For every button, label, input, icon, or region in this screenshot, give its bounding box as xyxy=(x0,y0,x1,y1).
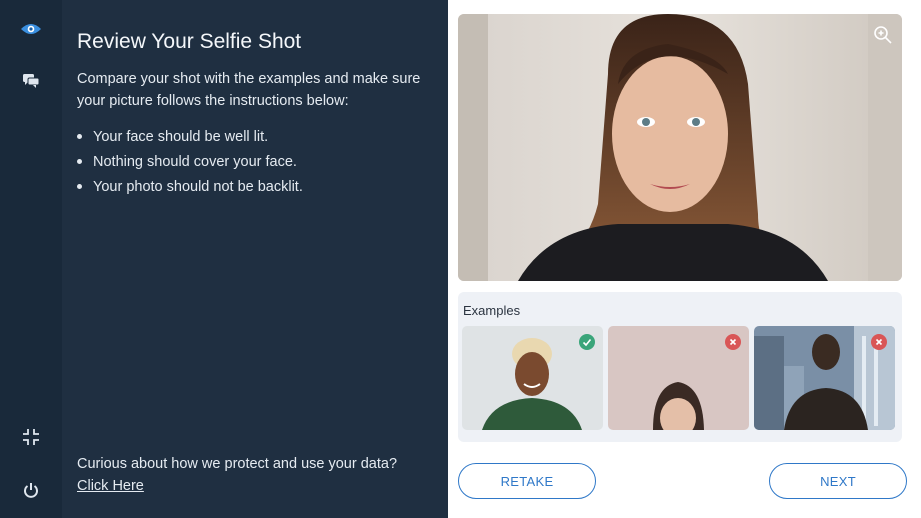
examples-label: Examples xyxy=(463,303,521,318)
check-icon xyxy=(579,334,595,350)
instructions-panel: Review Your Selfie Shot Compare your sho… xyxy=(62,0,448,518)
selfie-photo xyxy=(458,14,902,281)
examples-section: Examples xyxy=(458,292,902,442)
compress-icon[interactable] xyxy=(0,417,62,457)
page-title: Review Your Selfie Shot xyxy=(77,30,302,53)
x-icon xyxy=(871,334,887,350)
x-icon xyxy=(725,334,741,350)
instruction-item: Nothing should cover your face. xyxy=(77,151,303,176)
example-good xyxy=(462,326,603,430)
instruction-list: Your face should be well lit. Nothing sh… xyxy=(77,126,303,201)
privacy-link[interactable]: Click Here xyxy=(77,478,144,494)
power-icon[interactable] xyxy=(0,470,62,510)
instruction-item: Your photo should not be backlit. xyxy=(77,176,303,201)
next-button[interactable]: NEXT xyxy=(769,463,907,499)
example-bad xyxy=(608,326,749,430)
intro-text: Compare your shot with the examples and … xyxy=(77,71,421,109)
eye-icon[interactable] xyxy=(0,9,62,49)
zoom-icon[interactable] xyxy=(872,24,894,46)
review-panel: Examples RETAKE NEXT xyxy=(448,0,921,518)
retake-button[interactable]: RETAKE xyxy=(458,463,596,499)
example-bad xyxy=(754,326,895,430)
privacy-text: Curious about how we protect and use you… xyxy=(77,456,398,472)
sidebar xyxy=(0,0,63,518)
instruction-item: Your face should be well lit. xyxy=(77,126,303,151)
chat-icon[interactable] xyxy=(0,61,62,101)
